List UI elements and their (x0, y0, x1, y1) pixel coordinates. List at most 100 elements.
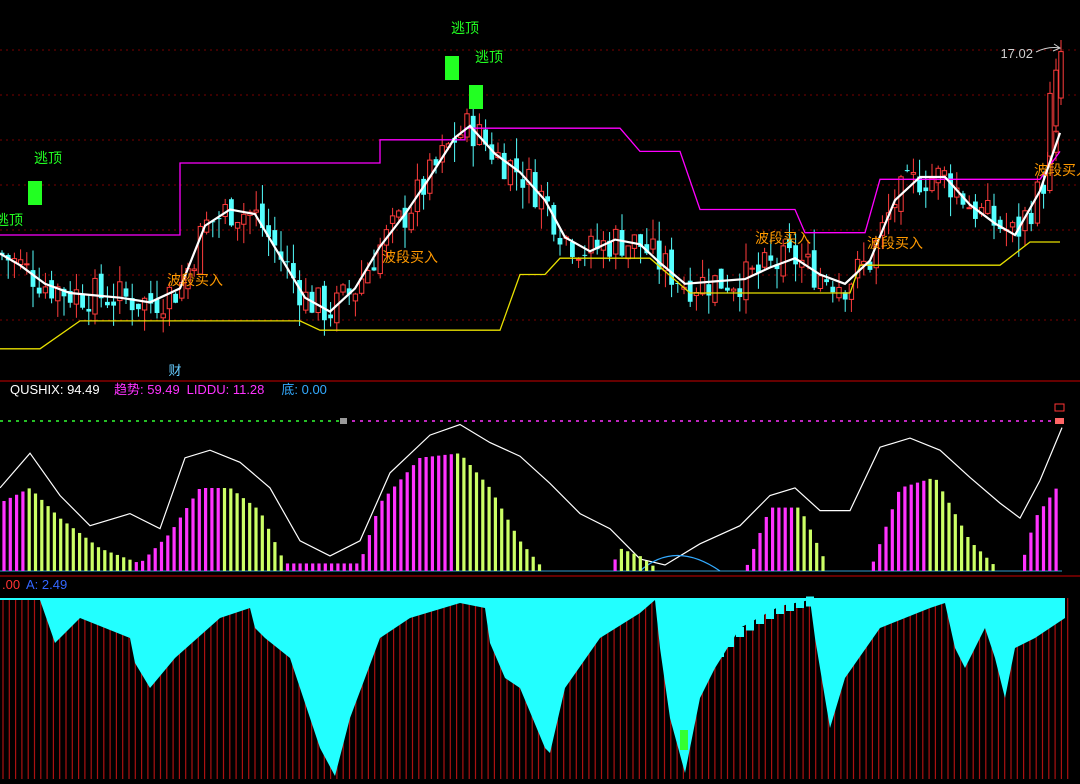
candle-body-up (1009, 222, 1016, 228)
escape-marker (469, 85, 483, 109)
candle-body-down (570, 241, 575, 257)
candle-body-up (352, 293, 359, 302)
candle-body-up (141, 297, 148, 311)
candle-body-up (73, 289, 80, 305)
candle-body-down (154, 299, 160, 313)
candle-body-down (1028, 212, 1034, 225)
candle-body-down (793, 245, 798, 265)
candle-body-down (582, 254, 588, 256)
candle-body-up (24, 263, 30, 266)
escape-signal-label: 逃顶 (0, 212, 23, 228)
candle-body-up (712, 275, 718, 303)
reference-marker (1055, 418, 1064, 424)
flow-step-block (686, 687, 694, 697)
indicator-legend-item: LIDDU: 11.28 (187, 382, 265, 397)
flow-legend-item: A: 2.49 (26, 577, 67, 592)
candle-body-up (160, 313, 166, 319)
escape-marker (28, 181, 42, 205)
candle-body-up (241, 213, 247, 225)
flow-step-block (736, 627, 744, 637)
candle-body-down (98, 273, 104, 299)
candle-body-up (631, 234, 638, 249)
indicator-legend-item: QUSHIX: 94.49 (10, 382, 100, 397)
flow-step-block (706, 659, 714, 670)
candle-body-down (371, 267, 377, 271)
candle-body-up (166, 286, 173, 310)
escape-marker (445, 56, 459, 80)
candle-body-down (706, 284, 712, 296)
candle-body-down (229, 199, 234, 226)
buy-signal-label: 波段买入 (167, 272, 223, 288)
candle-body-down (123, 288, 129, 297)
flow-step-block (766, 609, 774, 619)
flow-step-block (756, 614, 764, 624)
price-panel (0, 40, 1080, 382)
flow-step-block (746, 620, 754, 631)
candle-body-down (328, 314, 333, 319)
candle-body-down (136, 303, 141, 310)
support-line (0, 241, 1060, 350)
candle-body-up (817, 275, 824, 289)
candle-body-down (619, 230, 625, 256)
flow-step-block (716, 647, 724, 657)
candle-body-up (749, 267, 755, 270)
candle-body-down (36, 287, 42, 294)
flow-signal-block (680, 730, 688, 750)
candle-body-down (49, 280, 54, 299)
candle-body-down (284, 261, 290, 263)
flow-step-block (696, 672, 704, 682)
candle-body-up (42, 286, 49, 294)
candle-body-up (1047, 92, 1053, 157)
candle-body-up (191, 268, 197, 272)
candle-body-down (768, 255, 774, 261)
candle-body-up (699, 276, 706, 295)
candle-body-up (389, 215, 396, 224)
indicator-legend-item: 趋势: 59.49 (114, 382, 180, 397)
candle-body-up (650, 238, 656, 250)
escape-signal-label: 逃顶 (34, 150, 62, 166)
candle-body-down (173, 293, 178, 303)
candle-body-up (966, 207, 972, 210)
candle-body-down (725, 287, 730, 291)
buy-signal-label: 波段买入 (755, 230, 811, 246)
candle-body-up (935, 167, 941, 184)
indicator-panel (0, 403, 1080, 577)
candle-body-up (396, 210, 402, 218)
candle-body-up (1034, 181, 1041, 224)
indicator-legend-item: 底: 0.00 (281, 382, 327, 397)
reference-marker (340, 418, 347, 424)
candle-body-down (557, 237, 563, 245)
candle-body-up (253, 209, 259, 213)
candle-body-down (520, 179, 526, 188)
chart-canvas: 逃顶逃顶逃顶逃顶波段买入波段买入波段买入波段买入波段买入17.02财QUSHIX… (0, 20, 1080, 779)
candle-body-up (761, 252, 768, 268)
candle-body-up (340, 284, 346, 293)
flow-step-block (806, 596, 814, 607)
candle-body-down (824, 279, 829, 283)
candle-body-down (904, 170, 910, 172)
candle-body-down (830, 286, 836, 293)
candle-body-up (625, 245, 631, 260)
candle-body-down (718, 268, 724, 289)
flow-step-block (776, 604, 784, 614)
flow-step-block (796, 598, 804, 608)
candle-body-up (234, 222, 241, 229)
candle-body-down (322, 285, 327, 321)
buy-signal-label: 波段买入 (867, 235, 923, 251)
candle-body-down (111, 301, 116, 306)
finance-marker-label: 财 (168, 363, 181, 378)
flow-panel (0, 596, 1069, 779)
stock-chart: 逃顶逃顶逃顶逃顶波段买入波段买入波段买入波段买入波段买入17.02财QUSHIX… (0, 0, 1080, 779)
flow-step-block (786, 601, 794, 611)
candle-body-down (80, 293, 85, 308)
candle-body-up (730, 288, 737, 292)
candle-body-up (1053, 69, 1059, 127)
candle-body-up (315, 287, 321, 314)
candle-body-up (805, 253, 811, 258)
candle-body-up (985, 199, 991, 214)
candle-body-up (365, 270, 371, 284)
flow-step-block (726, 637, 734, 647)
candle-body-down (501, 152, 507, 180)
buy-signal-label: 波段买入 (382, 249, 438, 265)
candle-body-down (923, 187, 929, 192)
